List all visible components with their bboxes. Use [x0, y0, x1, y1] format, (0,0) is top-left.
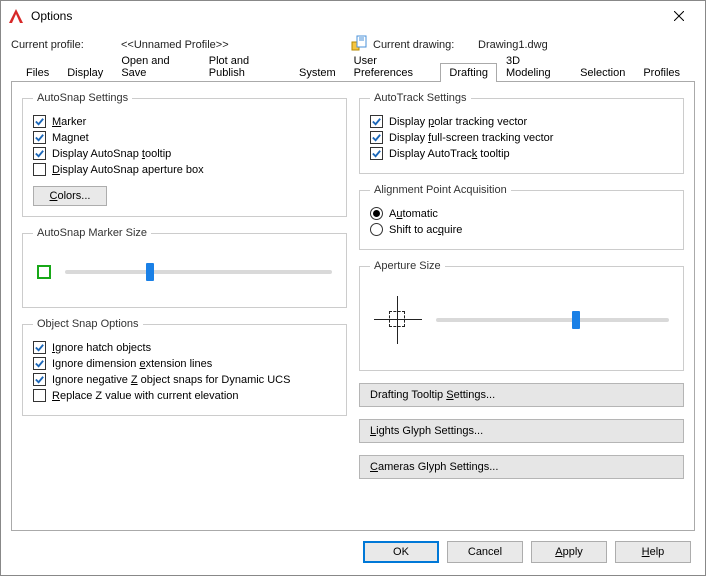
tab-system[interactable]: System	[290, 63, 345, 82]
object-snap-options-group: Object Snap Options Ignore hatch objects…	[22, 318, 347, 416]
marker-size-slider[interactable]	[65, 263, 332, 281]
current-drawing-label: Current drawing:	[373, 39, 478, 51]
replace-z-label: Replace Z value with current elevation	[52, 390, 239, 402]
cameras-glyph-settings-button[interactable]: Cameras Glyph Settings...	[359, 455, 684, 479]
autotrack-settings-group: AutoTrack Settings Display polar trackin…	[359, 92, 684, 174]
autosnap-settings-group: AutoSnap Settings Marker Magnet Display …	[22, 92, 347, 217]
shift-acquire-label: Shift to acquire	[389, 224, 462, 236]
marker-size-thumb[interactable]	[146, 263, 154, 281]
app-icon	[7, 7, 25, 25]
lights-glyph-settings-button[interactable]: Lights Glyph Settings...	[359, 419, 684, 443]
autotrack-tooltip-checkbox[interactable]	[370, 147, 383, 160]
tab-open-and-save[interactable]: Open and Save	[112, 51, 199, 82]
ignore-neg-z-checkbox[interactable]	[33, 373, 46, 386]
aperture-size-group: Aperture Size	[359, 260, 684, 371]
autotrack-tooltip-label: Display AutoTrack tooltip	[389, 148, 510, 160]
autosnap-tooltip-label: Display AutoSnap tooltip	[52, 148, 171, 160]
autotrack-legend: AutoTrack Settings	[370, 92, 471, 104]
automatic-radio[interactable]	[370, 207, 383, 220]
tab-drafting[interactable]: Drafting	[440, 63, 497, 82]
dialog-footer: OK Cancel Apply Help	[1, 531, 705, 575]
ignore-hatch-checkbox[interactable]	[33, 341, 46, 354]
help-button[interactable]: Help	[615, 541, 691, 563]
aperture-box-checkbox[interactable]	[33, 163, 46, 176]
current-drawing-value: Drawing1.dwg	[478, 39, 548, 51]
marker-checkbox[interactable]	[33, 115, 46, 128]
tab-3d-modeling[interactable]: 3D Modeling	[497, 51, 571, 82]
automatic-label: Automatic	[389, 208, 438, 220]
ignore-dim-ext-checkbox[interactable]	[33, 357, 46, 370]
tab-plot-and-publish[interactable]: Plot and Publish	[200, 51, 290, 82]
ignore-dim-ext-label: Ignore dimension extension lines	[52, 358, 212, 370]
marker-label: Marker	[52, 116, 86, 128]
drafting-tooltip-settings-button[interactable]: Drafting Tooltip Settings...	[359, 383, 684, 407]
drafting-panel: AutoSnap Settings Marker Magnet Display …	[11, 82, 695, 531]
ignore-neg-z-label: Ignore negative Z object snaps for Dynam…	[52, 374, 290, 386]
alignment-point-group: Alignment Point Acquisition Automatic Sh…	[359, 184, 684, 250]
fullscreen-tracking-label: Display full-screen tracking vector	[389, 132, 553, 144]
cancel-button[interactable]: Cancel	[447, 541, 523, 563]
settings-buttons-stack: Drafting Tooltip Settings... Lights Glyp…	[359, 383, 684, 479]
autosnap-marker-size-group: AutoSnap Marker Size	[22, 227, 347, 308]
polar-tracking-label: Display polar tracking vector	[389, 116, 527, 128]
magnet-checkbox[interactable]	[33, 131, 46, 144]
colors-button[interactable]: Colors...	[33, 186, 107, 206]
ignore-hatch-label: Ignore hatch objects	[52, 342, 151, 354]
close-icon	[674, 11, 684, 21]
aperture-size-thumb[interactable]	[572, 311, 580, 329]
apply-button[interactable]: Apply	[531, 541, 607, 563]
tab-user-preferences[interactable]: User Preferences	[345, 51, 441, 82]
replace-z-checkbox[interactable]	[33, 389, 46, 402]
autosnap-tooltip-checkbox[interactable]	[33, 147, 46, 160]
marker-preview-icon	[37, 265, 51, 279]
close-button[interactable]	[659, 2, 699, 30]
aperture-preview-icon	[374, 296, 422, 344]
window-title: Options	[31, 9, 72, 23]
left-column: AutoSnap Settings Marker Magnet Display …	[22, 92, 347, 524]
titlebar: Options	[1, 1, 705, 31]
fullscreen-tracking-checkbox[interactable]	[370, 131, 383, 144]
tab-files[interactable]: Files	[17, 63, 58, 82]
magnet-label: Magnet	[52, 132, 89, 144]
shift-acquire-radio[interactable]	[370, 223, 383, 236]
right-column: AutoTrack Settings Display polar trackin…	[359, 92, 684, 524]
polar-tracking-checkbox[interactable]	[370, 115, 383, 128]
tab-display[interactable]: Display	[58, 63, 112, 82]
autosnap-legend: AutoSnap Settings	[33, 92, 132, 104]
current-profile-value: <<Unnamed Profile>>	[121, 39, 351, 51]
tab-selection[interactable]: Selection	[571, 63, 634, 82]
object-snap-legend: Object Snap Options	[33, 318, 143, 330]
ok-button[interactable]: OK	[363, 541, 439, 563]
options-dialog: Options Current profile: <<Unnamed Profi…	[0, 0, 706, 576]
tabstrip: Files Display Open and Save Plot and Pub…	[11, 60, 695, 82]
aperture-size-legend: Aperture Size	[370, 260, 445, 272]
aperture-size-slider[interactable]	[436, 311, 669, 329]
tab-profiles[interactable]: Profiles	[634, 63, 689, 82]
current-profile-label: Current profile:	[11, 39, 121, 51]
alignment-legend: Alignment Point Acquisition	[370, 184, 511, 196]
aperture-box-label: Display AutoSnap aperture box	[52, 164, 204, 176]
marker-size-legend: AutoSnap Marker Size	[33, 227, 151, 239]
